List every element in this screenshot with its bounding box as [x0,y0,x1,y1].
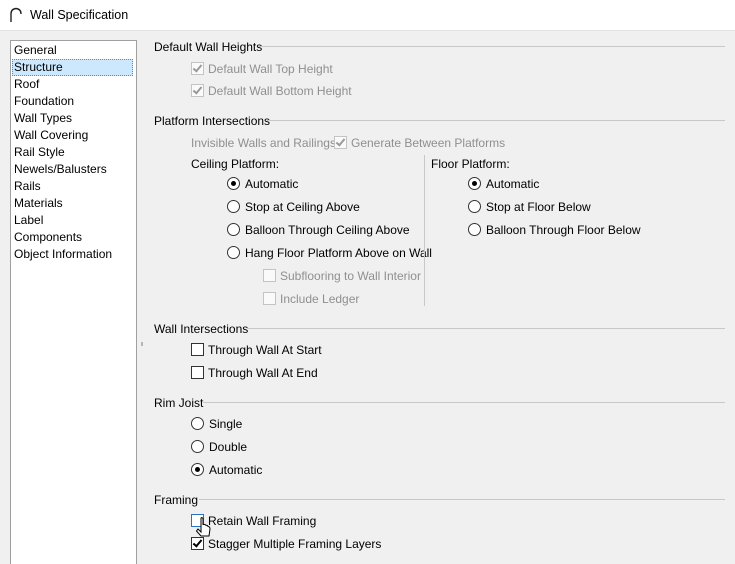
splitter-grip-icon [141,342,143,346]
retain-wall-framing-label: Retain Wall Framing [208,514,317,528]
group-divider [247,328,725,329]
mouse-pointer-icon [196,517,211,537]
rim-joist-double-label: Double [209,440,248,454]
balloon-through-floor-label: Balloon Through Floor Below [486,223,641,237]
through-wall-at-end-checkbox[interactable] [191,366,204,379]
balloon-through-floor-radio[interactable] [468,223,481,236]
floor-platform-heading: Floor Platform: [431,157,510,171]
group-divider [258,46,725,47]
rim-joist-double-radio[interactable] [191,440,204,453]
stop-at-floor-below-radio[interactable] [468,200,481,213]
stop-at-ceiling-above-label: Stop at Ceiling Above [245,200,360,214]
checkmark-icon [192,62,203,73]
category-list[interactable]: General Structure Roof Foundation Wall T… [10,40,137,564]
group-wall-intersections: Wall Intersections [154,322,249,336]
platform-divider [424,155,425,306]
through-wall-at-start-checkbox[interactable] [191,343,204,356]
group-rim-joist: Rim Joist [154,396,204,410]
stop-at-ceiling-above-radio[interactable] [227,200,240,213]
include-ledger-checkbox[interactable] [263,292,276,305]
rim-joist-single-label: Single [209,417,243,431]
invisible-walls-label: Invisible Walls and Railings: [191,136,340,150]
checkmark-icon [192,84,203,95]
default-wall-bottom-height-checkbox[interactable] [191,84,204,97]
hang-floor-platform-radio[interactable] [227,246,240,259]
balloon-through-ceiling-label: Balloon Through Ceiling Above [245,223,410,237]
stop-at-floor-below-label: Stop at Floor Below [486,200,591,214]
checkmark-icon [335,136,346,147]
nav-item-components[interactable]: Components [12,229,133,246]
group-divider [199,499,725,500]
default-wall-bottom-height-label: Default Wall Bottom Height [208,84,352,98]
radio-dot-icon [231,181,236,186]
hang-floor-platform-label: Hang Floor Platform Above on Wall [245,246,432,260]
stagger-framing-layers-label: Stagger Multiple Framing Layers [208,537,382,551]
panel-splitter[interactable] [140,322,143,366]
rim-joist-single-radio[interactable] [191,417,204,430]
default-wall-top-height-checkbox[interactable] [191,62,204,75]
nav-item-newels-balusters[interactable]: Newels/Balusters [12,161,133,178]
nav-item-structure[interactable]: Structure [12,59,133,76]
floor-automatic-radio[interactable] [468,177,481,190]
group-default-wall-heights: Default Wall Heights [154,40,263,54]
radio-dot-icon [472,181,477,186]
nav-item-label[interactable]: Label [12,212,133,229]
group-platform-intersections: Platform Intersections [154,114,271,128]
through-wall-at-end-label: Through Wall At End [208,366,318,380]
rim-joist-automatic-radio[interactable] [191,463,204,476]
radio-dot-icon [195,467,200,472]
title-bar: Wall Specification [0,0,735,31]
nav-item-object-information[interactable]: Object Information [12,246,133,263]
ceiling-automatic-label: Automatic [245,177,299,191]
rim-joist-automatic-label: Automatic [209,463,263,477]
group-framing: Framing [154,493,199,507]
subflooring-label: Subflooring to Wall Interior [280,269,421,283]
nav-item-rails[interactable]: Rails [12,178,133,195]
nav-item-rail-style[interactable]: Rail Style [12,144,133,161]
subflooring-checkbox[interactable] [263,269,276,282]
group-divider [203,402,725,403]
wall-app-icon [10,7,22,22]
nav-item-foundation[interactable]: Foundation [12,93,133,110]
generate-between-platforms-checkbox[interactable] [334,136,347,149]
group-divider [267,120,725,121]
balloon-through-ceiling-radio[interactable] [227,223,240,236]
ceiling-platform-heading: Ceiling Platform: [191,157,280,171]
nav-item-materials[interactable]: Materials [12,195,133,212]
include-ledger-label: Include Ledger [280,292,360,306]
default-wall-top-height-label: Default Wall Top Height [208,62,333,76]
nav-item-wall-covering[interactable]: Wall Covering [12,127,133,144]
nav-item-wall-types[interactable]: Wall Types [12,110,133,127]
ceiling-automatic-radio[interactable] [227,177,240,190]
through-wall-at-start-label: Through Wall At Start [208,343,322,357]
floor-automatic-label: Automatic [486,177,540,191]
nav-item-roof[interactable]: Roof [12,76,133,93]
nav-item-general[interactable]: General [12,42,133,59]
generate-between-platforms-label: Generate Between Platforms [351,136,506,150]
window-title: Wall Specification [30,8,129,22]
